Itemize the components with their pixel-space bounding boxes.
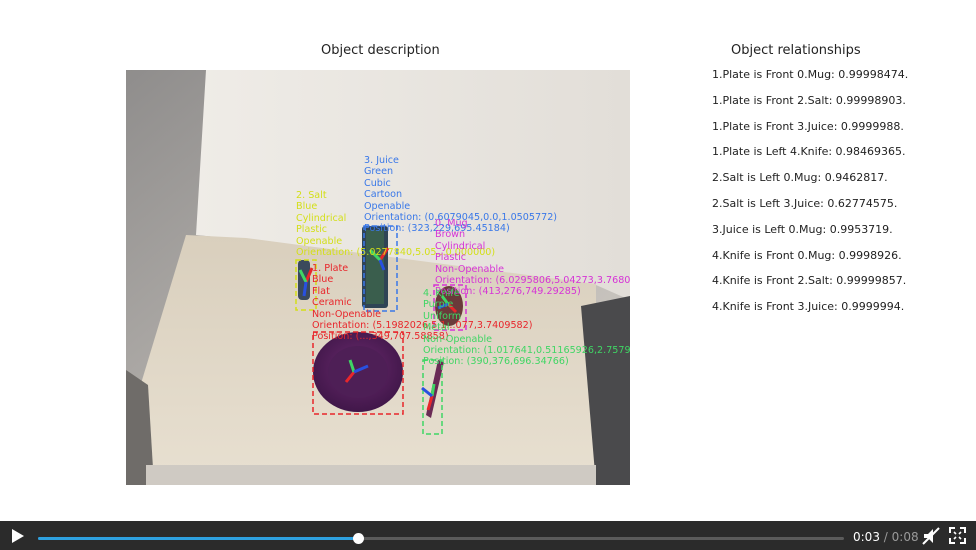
juice-line: Green (364, 166, 394, 178)
relationship-item: 3.Juice is Left 0.Mug: 0.9953719. (712, 222, 893, 236)
play-icon[interactable] (10, 528, 26, 544)
relationship-item: 1.Plate is Front 2.Salt: 0.99998903. (712, 93, 906, 107)
plate-bounding-box (312, 331, 404, 415)
fullscreen-icon[interactable] (949, 527, 966, 544)
seek-progress (38, 537, 358, 540)
seek-handle[interactable] (352, 533, 364, 544)
mug-line: Brown (435, 229, 466, 241)
relationship-list: 1.Plate is Front 0.Mug: 0.99998474. 1.Pl… (712, 68, 908, 326)
video-controls-bar: 0:03 / 0:08 (0, 521, 976, 550)
object-relationships-title: Object relationships (731, 43, 861, 58)
knife-line: 4. Knife (423, 288, 460, 299)
knife-line: Metal (423, 322, 450, 334)
relationship-item: 4.Knife is Front 3.Juice: 0.9999994. (712, 300, 905, 314)
salt-line: 2. Salt (296, 190, 327, 201)
knife-line: Uniform (423, 310, 462, 322)
scene-photo: 3. Juice Green Cubic Cartoon Openable Or… (126, 70, 630, 485)
relationship-item: 4.Knife is Front 2.Salt: 0.99999857. (712, 274, 907, 288)
mug-line: 0. Mug (435, 218, 468, 229)
duration: 0:08 (891, 530, 919, 544)
juice-line: Cubic (364, 177, 391, 189)
relationship-item: 1.Plate is Front 0.Mug: 0.99998474. (712, 68, 909, 81)
mug-line: Cylindrical (435, 240, 486, 252)
knife-line: Non-Openable (423, 333, 493, 345)
muted-speaker-icon[interactable] (922, 527, 940, 545)
video-frame: Object description Object relationships (0, 0, 976, 521)
knife-line: Orientation: (1.017641,0.51165926,2.7579… (423, 344, 630, 356)
juice-line: 3. Juice (364, 155, 399, 166)
relationship-item: 2.Salt is Left 3.Juice: 0.62774575. (712, 196, 898, 210)
salt-line: Blue (296, 201, 318, 213)
relationship-item: 1.Plate is Left 4.Knife: 0.98469365. (712, 145, 906, 159)
knife-line: Purple (423, 299, 454, 311)
time-separator: / (883, 530, 888, 544)
knife-line: Position: (390,376,696.34766) (423, 356, 569, 368)
relationship-item: 2.Salt is Left 0.Mug: 0.9462817. (712, 171, 888, 185)
time-display: 0:03 / 0:08 (853, 530, 919, 544)
plate-line: Blue (312, 274, 334, 286)
plate-line: 1. Plate (312, 263, 349, 274)
object-description-title: Object description (321, 43, 440, 58)
current-time: 0:03 (853, 530, 880, 544)
knife-annotation: 4. Knife Purple Uniform Metal Non-Openab… (423, 288, 630, 368)
relationship-item: 1.Plate is Front 3.Juice: 0.9999988. (712, 119, 904, 133)
mug-line: Plastic (435, 252, 467, 264)
relationship-item: 4.Knife is Front 0.Mug: 0.9998926. (712, 248, 902, 262)
seek-bar[interactable] (38, 533, 844, 544)
